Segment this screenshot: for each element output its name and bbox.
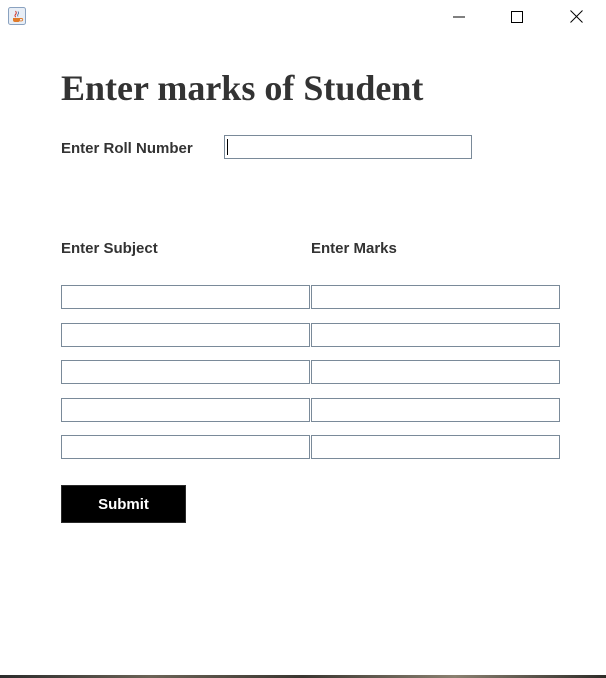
subject-input-5[interactable] <box>61 435 310 459</box>
page-title: Enter marks of Student <box>61 68 424 108</box>
close-button[interactable] <box>546 0 606 33</box>
minimize-icon <box>453 16 465 17</box>
marks-input-3[interactable] <box>311 360 560 384</box>
close-icon <box>569 10 583 23</box>
marks-input-4[interactable] <box>311 398 560 422</box>
subject-input-1[interactable] <box>61 285 310 309</box>
window-titlebar <box>0 0 606 33</box>
text-caret <box>227 139 228 155</box>
minimize-button[interactable] <box>430 0 488 33</box>
subject-input-3[interactable] <box>61 360 310 384</box>
subject-input-2[interactable] <box>61 323 310 347</box>
marks-input-1[interactable] <box>311 285 560 309</box>
java-coffee-icon[interactable] <box>8 7 26 25</box>
subject-input-4[interactable] <box>61 398 310 422</box>
maximize-icon <box>511 10 523 23</box>
marks-input-2[interactable] <box>311 323 560 347</box>
subject-column-header: Enter Subject <box>61 240 158 257</box>
submit-button[interactable]: Submit <box>61 485 186 523</box>
roll-number-label: Enter Roll Number <box>61 140 193 157</box>
marks-column-header: Enter Marks <box>311 240 397 257</box>
maximize-button[interactable] <box>488 0 546 33</box>
marks-input-5[interactable] <box>311 435 560 459</box>
roll-number-input[interactable] <box>224 135 472 159</box>
